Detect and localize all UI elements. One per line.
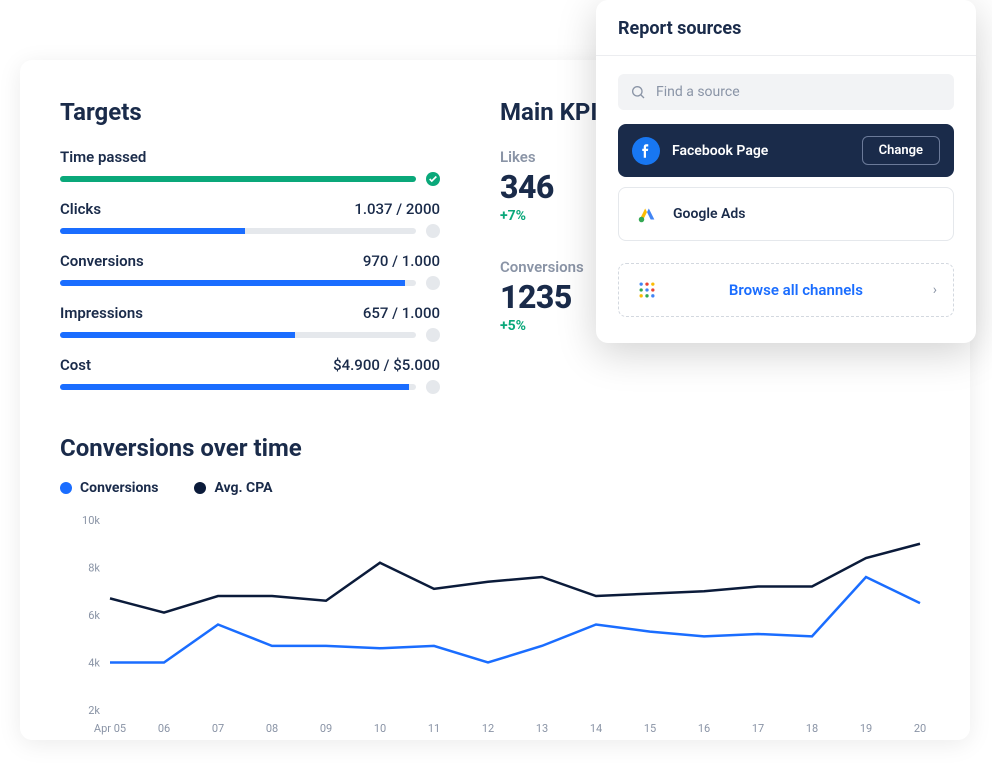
x-tick-label: 19 (860, 722, 872, 735)
check-icon (426, 172, 440, 186)
series-line (110, 544, 920, 613)
chart-title: Conversions over time (60, 434, 930, 462)
source-google-ads[interactable]: Google Ads (618, 187, 954, 241)
conversions-chart: 10k 8k 6k 4k 2k Apr 05 06 07 08 09 10 11 12 13 14 15 16 1… (60, 510, 930, 740)
x-tick-label: 11 (428, 722, 440, 735)
legend-label: Conversions (80, 480, 158, 496)
x-tick-label: 13 (536, 722, 548, 735)
target-label: Clicks (60, 200, 101, 218)
target-row: Cost $4.900 / $5.000 (60, 356, 440, 394)
y-tick-label: 8k (88, 562, 100, 575)
x-tick-label: 12 (482, 722, 494, 735)
facebook-icon (632, 137, 660, 165)
x-tick-label: 18 (806, 722, 818, 735)
x-tick-label: 08 (266, 722, 278, 735)
source-name: Google Ads (673, 206, 939, 222)
source-facebook-page[interactable]: Facebook Page Change (618, 124, 954, 177)
y-tick-label: 4k (88, 657, 100, 670)
google-ads-icon (633, 200, 661, 228)
change-source-button[interactable]: Change (862, 136, 940, 165)
targets-title: Targets (60, 98, 440, 126)
legend-item: Conversions (60, 480, 158, 496)
x-tick-label: 14 (590, 722, 602, 735)
target-progress-bar (60, 280, 416, 286)
x-tick-label: 07 (212, 722, 224, 735)
target-row: Time passed (60, 148, 440, 186)
x-tick-label: 16 (698, 722, 710, 735)
target-progress-bar (60, 176, 416, 182)
y-tick-label: 6k (88, 609, 100, 622)
target-label: Time passed (60, 148, 146, 166)
x-tick-label: 20 (914, 722, 926, 735)
target-value: 1.037 / 2000 (354, 200, 440, 218)
target-row: Impressions 657 / 1.000 (60, 304, 440, 342)
target-status-dot (426, 380, 440, 394)
target-value: 970 / 1.000 (363, 252, 440, 270)
x-tick-label: 06 (158, 722, 170, 735)
target-row: Clicks 1.037 / 2000 (60, 200, 440, 238)
target-label: Cost (60, 356, 91, 374)
series-line (110, 577, 920, 663)
target-row: Conversions 970 / 1.000 (60, 252, 440, 290)
chevron-right-icon: › (933, 282, 937, 298)
browse-channels-label: Browse all channels (673, 281, 919, 299)
target-progress-bar (60, 228, 416, 234)
legend-item: Avg. CPA (194, 480, 272, 496)
source-name: Facebook Page (672, 143, 850, 159)
report-sources-panel: Report sources Facebook Page Change Goog… (596, 0, 976, 343)
targets-section: Targets Time passed Clicks 1.037 / 2000 (60, 98, 440, 408)
target-status-dot (426, 276, 440, 290)
source-search-input[interactable] (656, 84, 942, 100)
target-value: 657 / 1.000 (363, 304, 440, 322)
chart-legend: Conversions Avg. CPA (60, 480, 930, 496)
target-value: $4.900 / $5.000 (333, 356, 440, 374)
target-progress-bar (60, 384, 416, 390)
legend-dot (194, 482, 206, 494)
x-tick-label: 15 (644, 722, 656, 735)
x-tick-label: 10 (374, 722, 386, 735)
y-tick-label: 2k (88, 704, 100, 717)
x-tick-label: 17 (752, 722, 764, 735)
sources-title: Report sources (596, 0, 976, 56)
search-icon (630, 84, 646, 100)
y-tick-label: 10k (82, 514, 100, 527)
target-label: Impressions (60, 304, 143, 322)
target-label: Conversions (60, 252, 144, 270)
target-progress-bar (60, 332, 416, 338)
x-tick-label: Apr 05 (94, 722, 126, 735)
target-status-dot (426, 224, 440, 238)
x-tick-label: 09 (320, 722, 332, 735)
legend-label: Avg. CPA (214, 480, 272, 496)
chart-section: Conversions over time Conversions Avg. C… (60, 434, 930, 744)
target-status-dot (426, 328, 440, 342)
source-search[interactable] (618, 74, 954, 110)
apps-grid-icon (635, 278, 659, 302)
browse-channels-button[interactable]: Browse all channels › (618, 263, 954, 317)
legend-dot (60, 482, 72, 494)
